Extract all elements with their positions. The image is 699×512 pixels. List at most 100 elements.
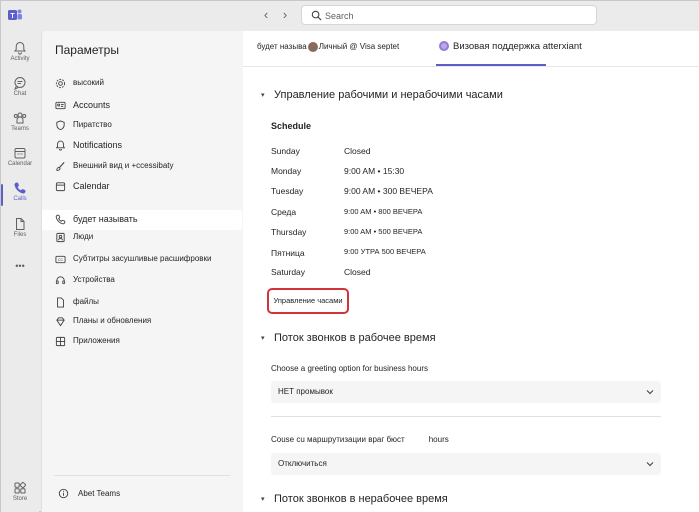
section-after-hours-flow[interactable]: ▾ Поток звонков в нерабочее время: [261, 493, 448, 505]
phone-icon: [55, 214, 66, 225]
rail-label: Calls: [13, 196, 27, 202]
svg-text:CC: CC: [58, 258, 64, 262]
settings-item-notifications[interactable]: Notifications: [42, 136, 242, 156]
settings-item-label: Пиратство: [73, 120, 112, 129]
store-icon: [14, 481, 27, 494]
diamond-icon: [56, 317, 65, 327]
headset-icon: [55, 276, 66, 285]
settings-item-people[interactable]: Люди: [42, 228, 242, 248]
tab-bar: будет называ Личный @ Visa septet Визовая…: [243, 31, 699, 67]
bot-avatar-icon: [439, 41, 449, 52]
title-bar: T ‹ ›: [1, 1, 699, 31]
rail-label: Files: [13, 232, 27, 238]
routing-label-text: Couse cu маршрутизации враг бюст: [271, 435, 405, 444]
settings-panel: Параметры высокий Accounts Пиратство Not…: [41, 31, 243, 512]
rail-label: Store: [12, 496, 28, 502]
schedule-day: Среда: [271, 207, 297, 217]
manage-hours-button[interactable]: Управление часами: [267, 288, 349, 314]
greeting-value: НЕТ промывок: [278, 387, 333, 396]
teams-icon: [13, 112, 27, 124]
divider: [54, 475, 230, 476]
rail-teams[interactable]: Teams: [1, 107, 39, 141]
rail-activity[interactable]: Activity: [1, 37, 39, 71]
schedule-day: Sunday: [271, 146, 300, 156]
settings-item-appearance[interactable]: Внешний вид и +ccessibaty: [42, 157, 242, 177]
settings-item-files[interactable]: файлы: [42, 293, 242, 313]
schedule-hours: 9:00 AM • 300 ВЕЧЕРА: [344, 186, 433, 196]
schedule-hours: Closed: [344, 146, 371, 156]
tab-label: Личный @ Visa septet: [318, 42, 400, 52]
id-card-icon: [55, 101, 66, 110]
more-apps-button[interactable]: •••: [1, 257, 39, 277]
settings-item-general[interactable]: высокий: [42, 74, 242, 94]
avatar: [307, 42, 318, 52]
settings-item-calendar[interactable]: Calendar: [42, 177, 242, 197]
routing-dropdown[interactable]: Отключиться: [271, 453, 661, 475]
closed-captions-icon: CC: [55, 255, 66, 264]
settings-item-label: будет называть: [73, 214, 138, 224]
greeting-dropdown[interactable]: НЕТ промывок: [271, 381, 661, 403]
tab-personal-line[interactable]: будет называ Личный @ Visa septet: [257, 42, 399, 52]
teams-logo-icon: T: [8, 9, 22, 20]
file-icon: [57, 297, 64, 308]
active-tab-indicator: [436, 64, 546, 66]
shield-icon: [56, 120, 65, 131]
search-box[interactable]: [301, 5, 597, 25]
settings-item-label: Notifications: [73, 140, 123, 150]
rail-store[interactable]: Store: [1, 477, 39, 511]
forward-arrow-icon[interactable]: ›: [278, 8, 292, 22]
settings-item-privacy[interactable]: Пиратство: [42, 116, 242, 136]
settings-item-label: Субтитры засушливые расшифровки: [73, 254, 212, 263]
rail-label: Chat: [13, 91, 27, 97]
settings-item-captions[interactable]: CC Субтитры засушливые расшифровки: [42, 250, 242, 270]
info-icon: [58, 488, 69, 499]
settings-item-label: Calendar: [73, 181, 110, 191]
rail-calls[interactable]: Calls: [1, 177, 39, 211]
section-business-hours-flow[interactable]: ▾ Поток звонков в рабочее время: [261, 332, 436, 344]
chat-icon: [14, 77, 26, 90]
chevron-down-icon: ▾: [261, 92, 265, 100]
chevron-down-icon: [646, 390, 654, 395]
routing-value: Отключиться: [278, 459, 327, 468]
settings-item-plans[interactable]: Планы и обновления: [42, 312, 242, 332]
schedule-day: Saturday: [271, 267, 306, 277]
svg-text:T: T: [10, 13, 15, 20]
schedule-day: Monday: [271, 166, 302, 176]
schedule-hours: 9:00 AM • 500 ВЕЧЕРА: [344, 227, 423, 236]
routing-label: Couse cu маршрутизации враг бюст hours: [271, 435, 449, 444]
settings-item-label: Планы и обновления: [73, 316, 152, 325]
settings-title: Параметры: [55, 43, 119, 57]
main-content: будет называ Личный @ Visa septet Визовая…: [243, 31, 699, 512]
app-rail: Activity Chat Teams Calendar Calls Files…: [1, 31, 39, 512]
about-label: Abet Teams: [78, 489, 121, 498]
settings-item-label: Accounts: [73, 100, 111, 110]
settings-item-label: Приложения: [73, 336, 120, 345]
settings-item-devices[interactable]: Устройства: [42, 271, 242, 291]
calendar-icon: [55, 182, 66, 192]
more-icon: •••: [15, 261, 25, 271]
calendar-icon: [14, 148, 26, 159]
search-icon: [311, 10, 322, 21]
settings-item-apps[interactable]: Приложения: [42, 332, 242, 352]
rail-chat[interactable]: Chat: [1, 72, 39, 106]
contact-card-icon: [56, 232, 65, 243]
gear-icon: [55, 78, 66, 89]
settings-item-label: Люди: [73, 232, 94, 241]
rail-calendar[interactable]: Calendar: [1, 142, 39, 176]
file-icon: [16, 218, 25, 230]
schedule-day: Thursday: [271, 227, 307, 237]
bell-icon: [13, 41, 27, 55]
rail-label: Activity: [10, 56, 30, 62]
tab-auto-attendant[interactable]: Визовая поддержка atterxiant: [439, 41, 582, 52]
rail-files[interactable]: Files: [1, 213, 39, 247]
section-working-hours[interactable]: ▾ Управление рабочими и нерабочими часами: [261, 89, 503, 101]
search-input[interactable]: [325, 8, 585, 23]
schedule-day: Tuesday: [271, 186, 304, 196]
schedule-hours: 9:00 AM • 15:30: [344, 166, 405, 176]
settings-item-accounts[interactable]: Accounts: [42, 96, 242, 116]
about-teams-link[interactable]: Abet Teams: [54, 486, 234, 502]
schedule-title: Schedule: [271, 121, 312, 131]
back-arrow-icon[interactable]: ‹: [259, 8, 273, 22]
settings-item-calls[interactable]: будет называть: [42, 210, 242, 230]
section-title: Управление рабочими и нерабочими часами: [274, 89, 503, 101]
